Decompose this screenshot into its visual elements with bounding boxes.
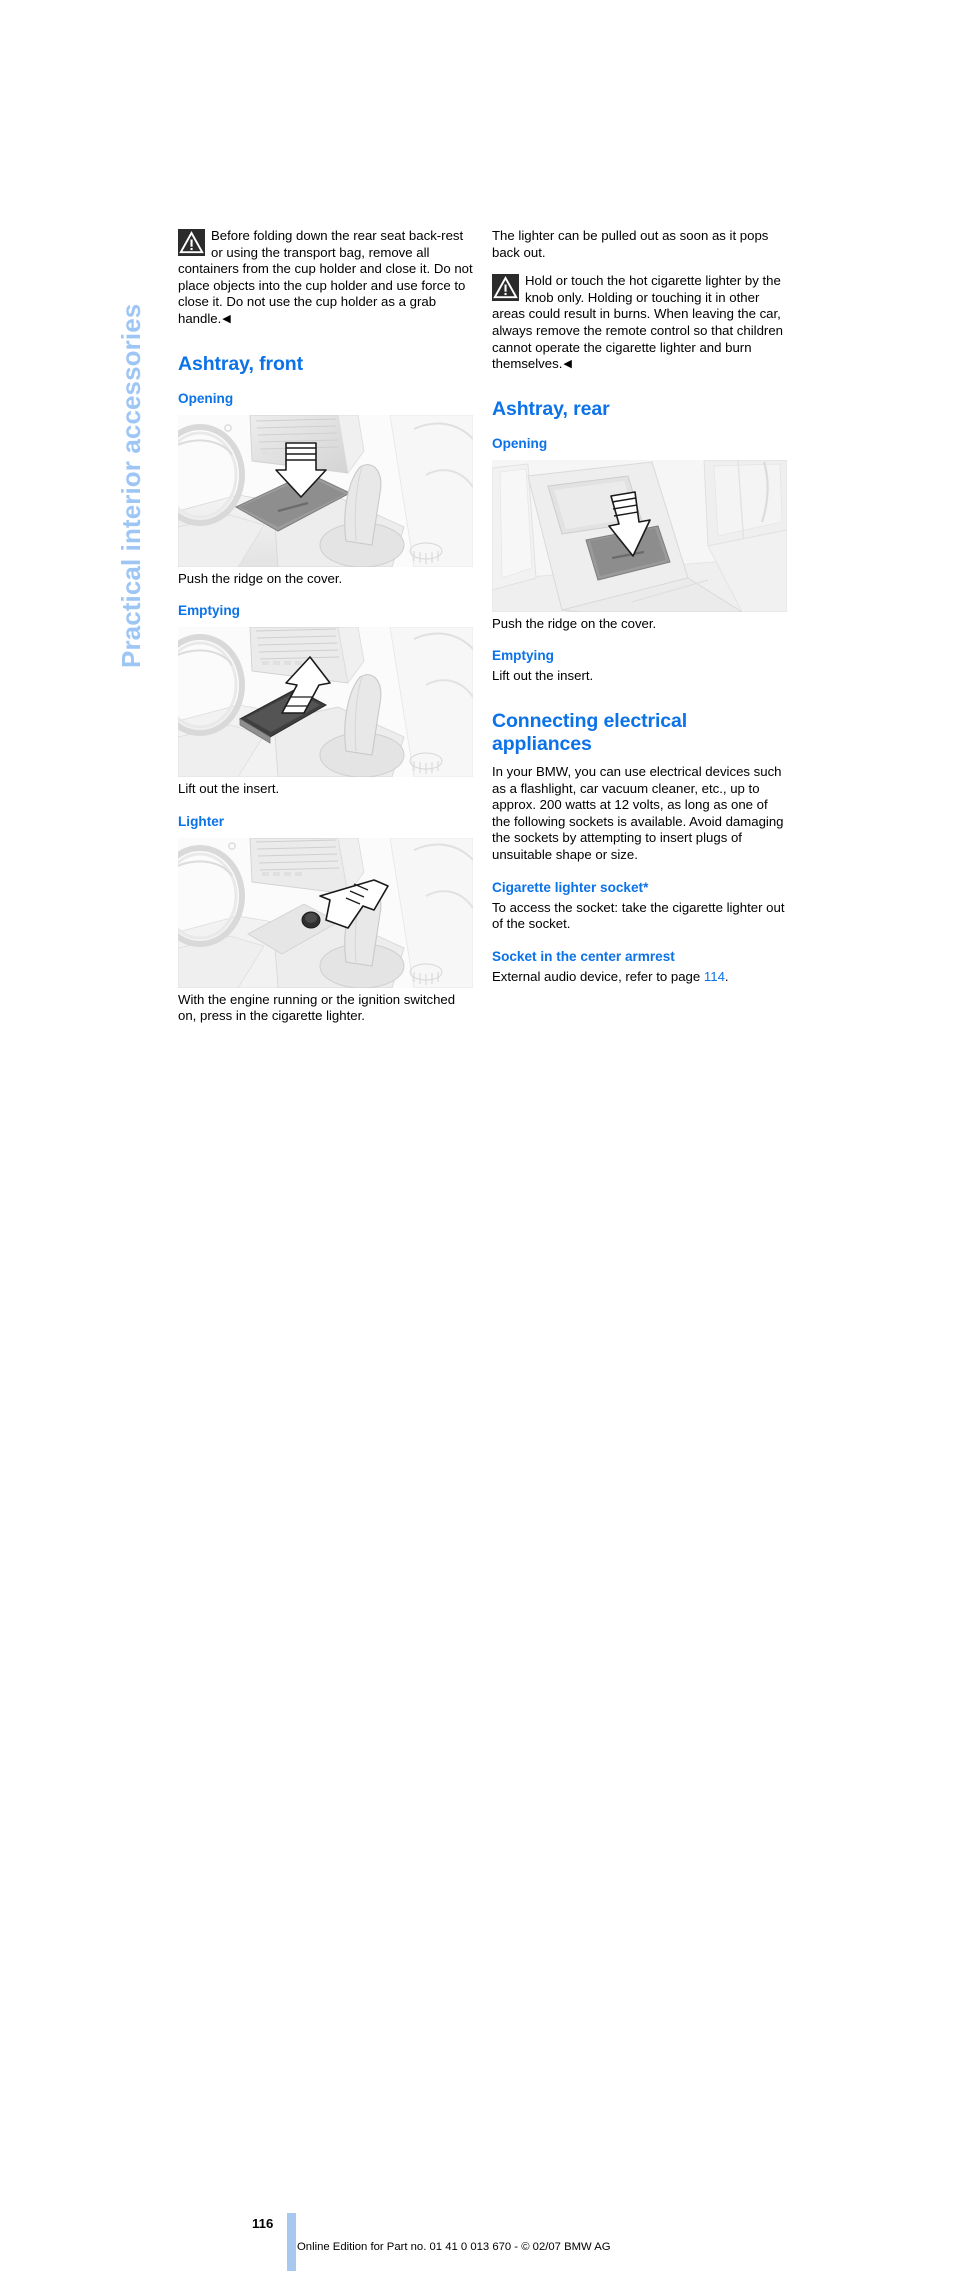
section-title-ashtray-front: Ashtray, front	[178, 352, 303, 375]
front-console-cigarette-lighter-illustration	[178, 837, 473, 988]
caption-lift-insert-front: Lift out the insert.	[178, 781, 280, 797]
figure-ashtray-front-opening	[178, 414, 473, 567]
caption-push-ridge-front: Push the ridge on the cover.	[178, 570, 343, 586]
figure-cigarette-lighter	[178, 837, 473, 988]
footer-accent-bar	[287, 2213, 296, 2271]
body-socket-text-after: .	[724, 968, 729, 984]
subheading-emptying-rear: Emptying	[492, 648, 554, 664]
left-column: Before folding down the rear seat back-r…	[178, 228, 473, 1025]
chapter-tab: Practical interior accessories	[104, 228, 148, 668]
warning-triangle-icon	[178, 229, 205, 256]
footer-copyright: Online Edition for Part no. 01 41 0 013 …	[297, 2241, 611, 2253]
subheading-opening-rear: Opening	[492, 435, 548, 451]
warning-note-cup-holder: Before folding down the rear seat back-r…	[178, 228, 473, 328]
rear-console-push-cover-illustration	[492, 459, 787, 612]
manual-page: Practical interior accessories Before fo…	[0, 0, 954, 2271]
front-console-lift-insert-illustration	[178, 627, 473, 778]
subheading-opening-front: Opening	[178, 390, 234, 406]
subheading-cigarette-lighter-socket: Cigarette lighter socket*	[492, 879, 649, 895]
body-socket-center-armrest: External audio device, refer to page 114…	[492, 969, 787, 986]
note-endmark: ◀	[563, 358, 572, 371]
right-column: The lighter can be pulled out as soon as…	[492, 228, 787, 985]
caption-lighter-press: With the engine running or the ignition …	[178, 991, 456, 1024]
body-connecting-electrical: In your BMW, you can use electrical devi…	[492, 763, 784, 862]
page-reference-link[interactable]: 114	[704, 969, 725, 984]
paragraph-lighter-pullout: The lighter can be pulled out as soon as…	[492, 228, 769, 260]
caption-push-ridge-rear: Push the ridge on the cover.	[492, 615, 657, 631]
page-footer: 116 Online Edition for Part no. 01 41 0 …	[0, 1105, 954, 2271]
body-socket-text-before: External audio device, refer to page	[492, 968, 704, 984]
figure-ashtray-front-emptying	[178, 627, 473, 778]
note-endmark: ◀	[222, 312, 231, 325]
body-cigarette-lighter-socket: To access the socket: take the cigarette…	[492, 899, 785, 932]
subheading-socket-center-armrest: Socket in the center armrest	[492, 948, 675, 964]
warning-note-hot-lighter: Hold or touch the hot cigarette lighter …	[492, 273, 787, 373]
chapter-tab-label: Practical interior accessories	[116, 303, 146, 668]
section-title-ashtray-rear: Ashtray, rear	[492, 397, 610, 420]
figure-ashtray-rear-opening	[492, 459, 787, 612]
body-emptying-rear: Lift out the insert.	[492, 668, 594, 684]
warning-triangle-icon	[492, 274, 519, 302]
section-title-connecting-electrical-appliances: Connecting electrical appliances	[492, 709, 688, 755]
subheading-lighter: Lighter	[178, 813, 225, 829]
subheading-emptying-front: Emptying	[178, 603, 240, 619]
warning-note-text: Before folding down the rear seat back-r…	[178, 228, 473, 326]
page-number: 116	[252, 2216, 274, 2231]
front-console-push-cover-illustration	[178, 414, 473, 567]
